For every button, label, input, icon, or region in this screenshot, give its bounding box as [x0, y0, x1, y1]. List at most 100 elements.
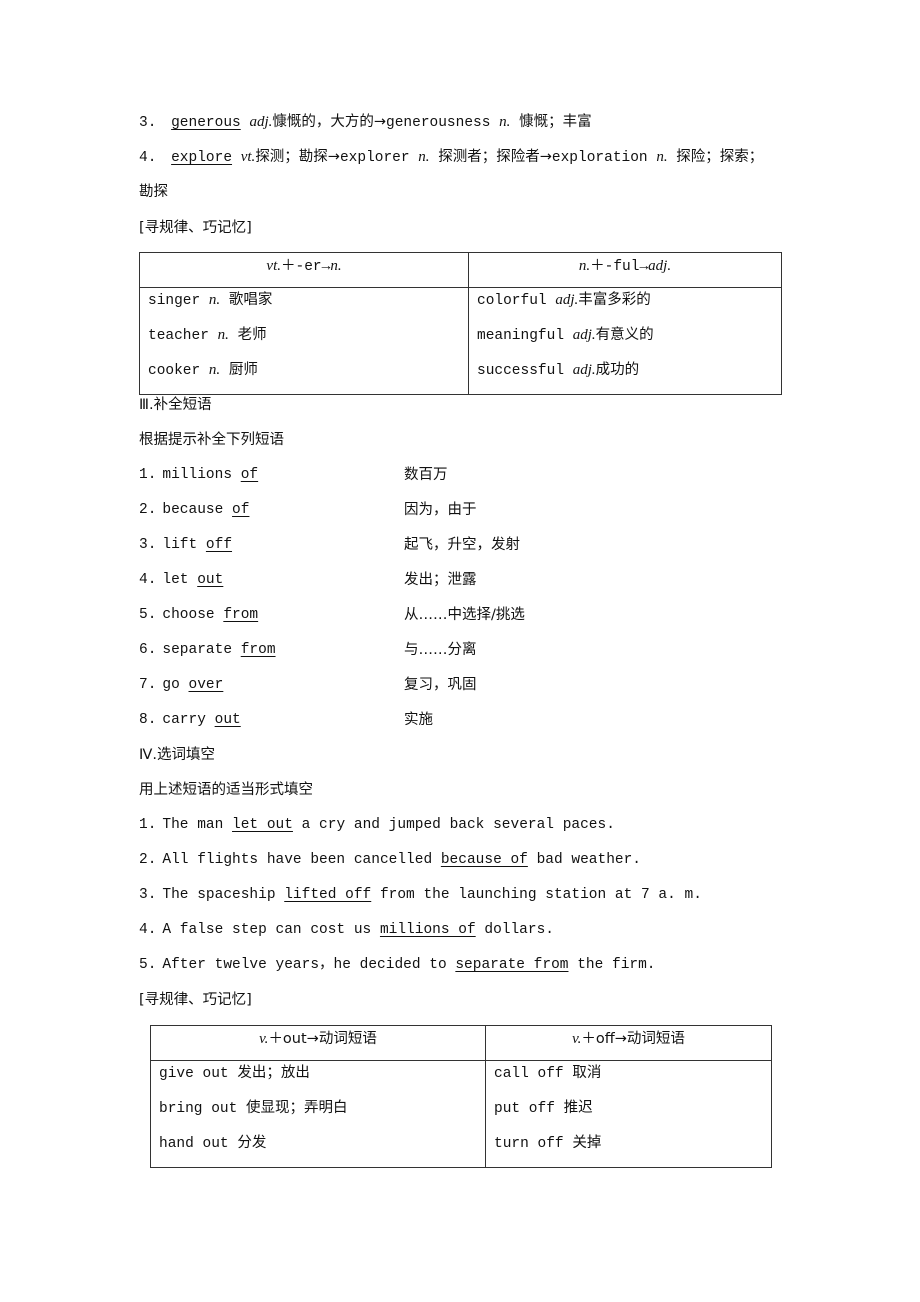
item-number: 6.	[139, 642, 157, 658]
list-item: 5. After twelve years，he decided to separ…	[139, 955, 656, 975]
derived-pos: n.	[418, 149, 430, 165]
header-result-pos: adj.	[648, 258, 672, 274]
list-item: singer n. 歌唱家	[148, 288, 460, 324]
phrase: hand out	[159, 1136, 229, 1152]
word: teacher	[148, 328, 209, 344]
phrase-stem: separate	[162, 642, 233, 658]
word-meaning: 慷慨的，大方的→	[272, 114, 387, 130]
list-item: give out 发出；放出	[159, 1061, 477, 1097]
list-item: 1. The man let out a cry and jumped back …	[139, 815, 615, 835]
header-pos: vt.	[266, 258, 281, 274]
table-cell-out-phrases: give out 发出；放出 bring out 使显现；弄明白 hand ou…	[150, 1060, 486, 1168]
meaning: 发出；放出	[237, 1065, 310, 1081]
phrase-meaning: 复习，巩固	[404, 677, 477, 693]
sentence-answer: millions of	[379, 922, 476, 938]
list-item: 7. go over	[139, 675, 223, 695]
phrase-answer: from	[223, 607, 259, 623]
header-rule: ＋-er→	[281, 259, 331, 275]
sentence-before: All flights have been cancelled	[162, 852, 433, 868]
word: successful	[477, 363, 565, 379]
meaning: 成功的	[595, 362, 640, 378]
section-instruction: 用上述短语的适当形式填空	[139, 782, 313, 798]
list-item: bring out 使显现；弄明白	[159, 1097, 477, 1132]
phrase-stem: lift	[162, 537, 198, 553]
list-item: 6. separate from	[139, 640, 276, 660]
phrase-answer: of	[240, 467, 259, 483]
section-title: Ⅳ.选词填空	[139, 747, 215, 763]
phrase-stem: choose	[162, 607, 215, 623]
header-result-pos: n.	[330, 258, 342, 274]
phrase-answer: out	[214, 712, 241, 728]
pos: adj.	[572, 327, 596, 343]
vocab-item-continuation: 勘探	[139, 184, 168, 200]
item-number: 1.	[139, 467, 157, 483]
sentence-before: The spaceship	[162, 887, 276, 903]
table-cell-ful-words: colorful adj.丰富多彩的 meaningful adj.有意义的 s…	[468, 287, 782, 395]
derived-word: generousness	[386, 115, 491, 131]
part-of-speech: adj.	[249, 114, 273, 130]
word: colorful	[477, 293, 547, 309]
list-item: call off 取消	[494, 1061, 763, 1097]
pos: adj.	[572, 362, 596, 378]
phrase-meaning: 从……中选择/挑选	[404, 607, 525, 623]
word: cooker	[148, 363, 201, 379]
table-header-row: v.＋out→动词短语 v.＋off→动词短语	[150, 1025, 772, 1061]
phrase-stem: carry	[162, 712, 206, 728]
pos: n.	[208, 362, 221, 378]
header-pos: n.	[578, 258, 591, 274]
meaning: 丰富多彩的	[578, 292, 651, 308]
item-number: 3.	[139, 115, 157, 131]
phrase: give out	[159, 1066, 229, 1082]
meaning: 推迟	[563, 1100, 593, 1116]
meaning: 使显现；弄明白	[246, 1100, 348, 1116]
header-pos: v.	[572, 1031, 582, 1047]
phrase: call off	[494, 1066, 564, 1082]
vocab-word: generous	[171, 115, 241, 131]
list-item: 1. millions of	[139, 465, 258, 485]
meaning: 老师	[237, 327, 267, 343]
list-item: 4. let out	[139, 570, 223, 590]
phrase-answer: off	[205, 537, 233, 553]
table-header-cell: vt.＋-er→n.	[139, 252, 469, 288]
sentence-answer: separate from	[455, 957, 569, 973]
table-body-row: singer n. 歌唱家 teacher n. 老师 cooker n. 厨师…	[139, 287, 782, 395]
phrase-stem: go	[162, 677, 180, 693]
word: singer	[148, 293, 201, 309]
phrase-answer: out	[197, 572, 224, 588]
sentence-after: bad weather.	[536, 852, 641, 868]
table-cell-off-phrases: call off 取消 put off 推迟 turn off 关掉	[485, 1060, 772, 1168]
phrase-meaning: 发出；泄露	[404, 572, 477, 588]
list-item: successful adj.成功的	[477, 359, 773, 394]
item-number: 2.	[139, 852, 157, 868]
meaning: 分发	[237, 1135, 267, 1151]
list-item: 3. lift off	[139, 535, 232, 555]
list-item: 8. carry out	[139, 710, 241, 730]
phrasal-verb-table: v.＋out→动词短语 v.＋off→动词短语 give out 发出；放出 b…	[150, 1025, 772, 1168]
section-instruction: 根据提示补全下列短语	[139, 432, 284, 448]
phrase: bring out	[159, 1101, 238, 1117]
list-item: meaningful adj.有意义的	[477, 324, 773, 359]
word-meaning: 探测；勘探→	[255, 149, 340, 165]
derived-word-2: exploration	[551, 150, 648, 166]
phrase: turn off	[494, 1136, 564, 1152]
list-item: 3. The spaceship lifted off from the laun…	[139, 885, 702, 905]
item-number: 1.	[139, 817, 157, 833]
part-of-speech: vt.	[240, 149, 256, 165]
table-cell-er-words: singer n. 歌唱家 teacher n. 老师 cooker n. 厨师	[139, 287, 469, 395]
meaning: 歌唱家	[228, 292, 273, 308]
meaning: 关掉	[572, 1135, 602, 1151]
list-item: 2. All flights have been cancelled becaus…	[139, 850, 641, 870]
list-item: put off 推迟	[494, 1097, 763, 1132]
section-title: Ⅲ.补全短语	[139, 397, 212, 413]
meaning: 取消	[572, 1065, 602, 1081]
item-number: 8.	[139, 712, 157, 728]
sentence-answer: because of	[440, 852, 528, 868]
list-item: cooker n. 厨师	[148, 359, 460, 394]
phrase-answer: from	[240, 642, 276, 658]
derived-meaning-2: 探险；探索；	[676, 149, 764, 165]
list-item: colorful adj.丰富多彩的	[477, 288, 773, 324]
derived-meaning: 慷慨；丰富	[519, 114, 592, 130]
memo-label: [寻规律、巧记忆]	[139, 220, 252, 236]
header-rule: ＋off→动词短语	[581, 1031, 685, 1047]
list-item: teacher n. 老师	[148, 324, 460, 359]
